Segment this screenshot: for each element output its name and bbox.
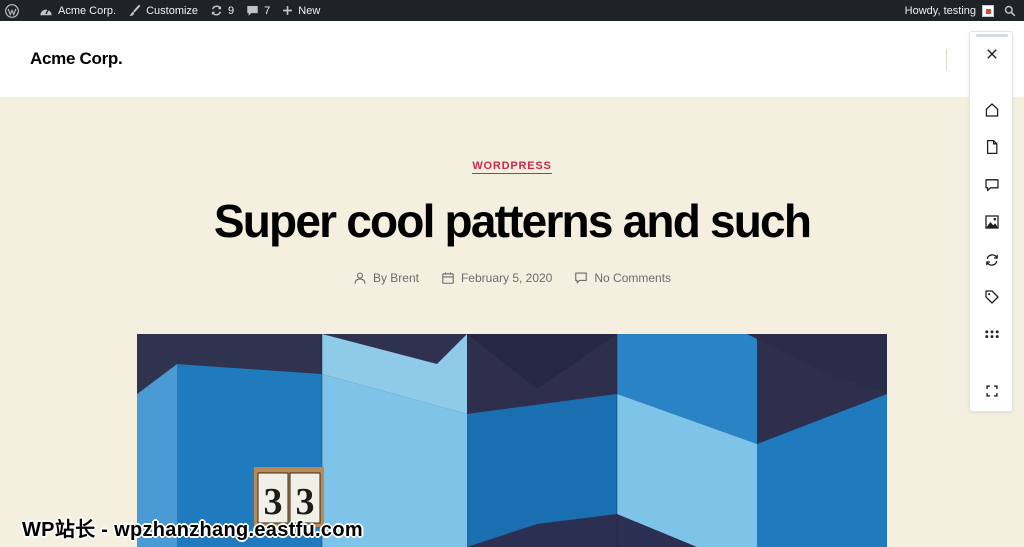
page-button[interactable] [977,132,1007,162]
post-author: By Brent [353,271,419,285]
fullscreen-button[interactable] [977,376,1007,406]
new-label: New [298,4,321,17]
site-header: Acme Corp. [0,21,1024,97]
search-icon [1004,5,1016,16]
image-icon [985,215,999,229]
customize-link[interactable]: Customize [122,0,204,21]
more-icon [985,330,999,339]
my-account-menu[interactable]: Howdy, testing [899,0,998,21]
home-button[interactable] [977,95,1007,125]
more-button[interactable] [977,320,1007,350]
post-date: February 5, 2020 [441,271,552,285]
date-link[interactable]: February 5, 2020 [461,271,552,285]
admin-bar: Acme Corp. Customize 9 7 New Howdy, test… [0,0,1024,21]
calendar-icon [442,272,454,284]
post-meta: By Brent February 5, 2020 No Comments [0,271,1024,285]
search-button[interactable] [998,0,1024,21]
header-divider [946,49,947,71]
updates-icon [211,5,222,16]
post-title: Super cool patterns and such [213,195,812,247]
avatar [982,4,994,17]
category-link[interactable]: WORDPRESS [472,160,552,174]
brush-icon [129,4,141,16]
comments-count: 7 [264,4,271,17]
tags-button[interactable] [977,282,1007,312]
comments-link-post[interactable]: No Comments [594,271,671,285]
plus-icon [283,6,293,15]
updates-count: 9 [228,4,235,17]
comment-bubble-icon [247,5,258,16]
site-name-menu[interactable]: Acme Corp. [33,0,122,21]
close-icon [987,49,997,59]
greeting-label: Howdy, testing [904,4,976,17]
close-button[interactable] [977,39,1007,69]
fullscreen-icon [986,385,998,397]
site-title[interactable]: Acme Corp. [30,49,123,69]
sync-button[interactable] [977,245,1007,275]
comment-icon [985,179,999,192]
comment-icon [575,272,588,284]
new-content-menu[interactable]: New [276,0,326,21]
home-icon [985,103,999,117]
refresh-icon [986,254,998,266]
comments-button[interactable] [977,170,1007,200]
dashboard-icon [40,8,52,15]
user-icon [354,272,366,284]
media-button[interactable] [977,207,1007,237]
wordpress-logo-icon [5,3,19,18]
author-link[interactable]: By Brent [373,271,419,285]
floating-toolbar [969,31,1013,412]
customize-label: Customize [146,4,199,17]
post-category: WORDPRESS [0,156,1024,174]
post-comments: No Comments [574,271,671,285]
watermark-text: WP站长 - wpzhanzhang.eastfu.com [22,519,363,541]
site-name-label: Acme Corp. [58,4,117,17]
wp-logo-menu[interactable] [0,0,25,21]
tag-icon [985,290,999,304]
updates-link[interactable]: 9 [204,0,240,21]
page-icon [986,139,998,155]
toolbar-handle[interactable] [976,34,1008,37]
comments-link[interactable]: 7 [240,0,276,21]
